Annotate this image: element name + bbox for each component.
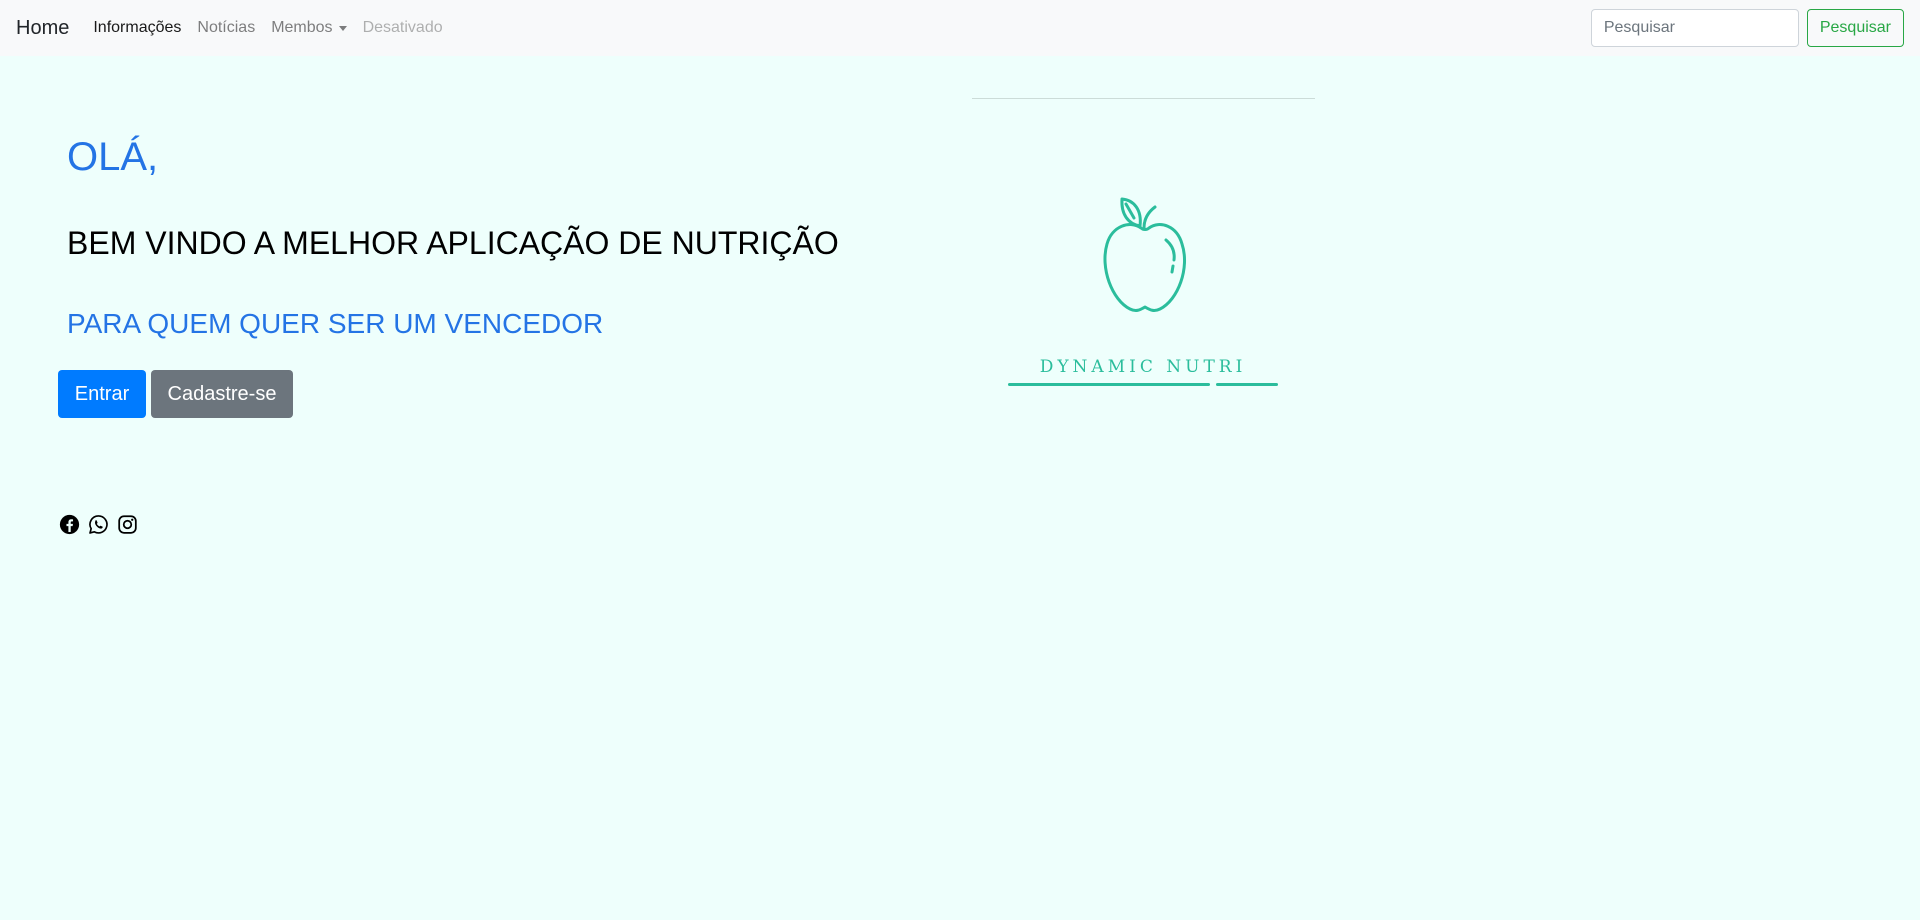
brand-home-link[interactable]: Home xyxy=(16,17,69,40)
whatsapp-icon[interactable] xyxy=(88,514,109,535)
instagram-icon[interactable] xyxy=(117,514,138,535)
logo-underline xyxy=(1008,383,1210,386)
apple-icon xyxy=(1103,197,1187,312)
brand-logo-text: DYNAMIC NUTRI xyxy=(1039,357,1247,377)
search-form: Pesquisar xyxy=(1590,9,1904,47)
greeting-heading: OLÁ, xyxy=(67,135,159,179)
search-input[interactable] xyxy=(1590,9,1799,47)
search-button[interactable]: Pesquisar xyxy=(1806,9,1904,47)
logo-underline-short xyxy=(1216,383,1278,386)
facebook-icon[interactable] xyxy=(59,514,80,535)
nav-link-informacoes[interactable]: Informações xyxy=(93,19,181,37)
tagline-heading: PARA QUEM QUER SER UM VENCEDOR xyxy=(67,308,604,339)
nav-link-desativado: Desativado xyxy=(362,19,443,36)
signup-button[interactable]: Cadastre-se xyxy=(151,370,293,418)
social-links xyxy=(59,514,138,535)
nav-dropdown-membos[interactable]: Membos xyxy=(271,19,347,37)
caret-down-icon xyxy=(338,25,347,31)
welcome-heading: BEM VINDO A MELHOR APLICAÇÃO DE NUTRIÇÃO xyxy=(67,225,839,261)
divider xyxy=(972,98,1315,99)
navbar: Home Informações Notícias Membos Desativ… xyxy=(0,0,1920,56)
login-button[interactable]: Entrar xyxy=(58,370,146,418)
nav-link-noticias[interactable]: Notícias xyxy=(197,19,255,37)
nav-dropdown-label: Membos xyxy=(271,19,333,36)
